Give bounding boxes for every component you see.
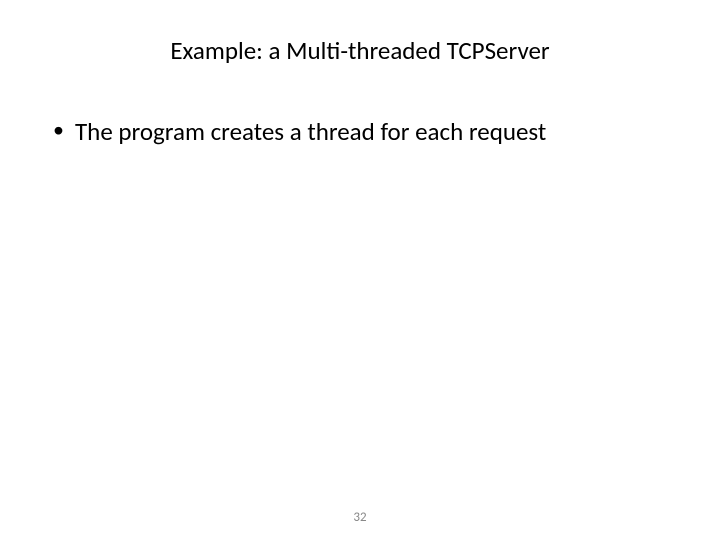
bullet-item: The program creates a thread for each re… [50,116,680,149]
bullet-list: The program creates a thread for each re… [40,116,680,149]
page-number: 32 [353,510,366,525]
slide-container: Example: a Multi-threaded TCPServer The … [0,0,720,540]
slide-title: Example: a Multi-threaded TCPServer [40,35,680,66]
